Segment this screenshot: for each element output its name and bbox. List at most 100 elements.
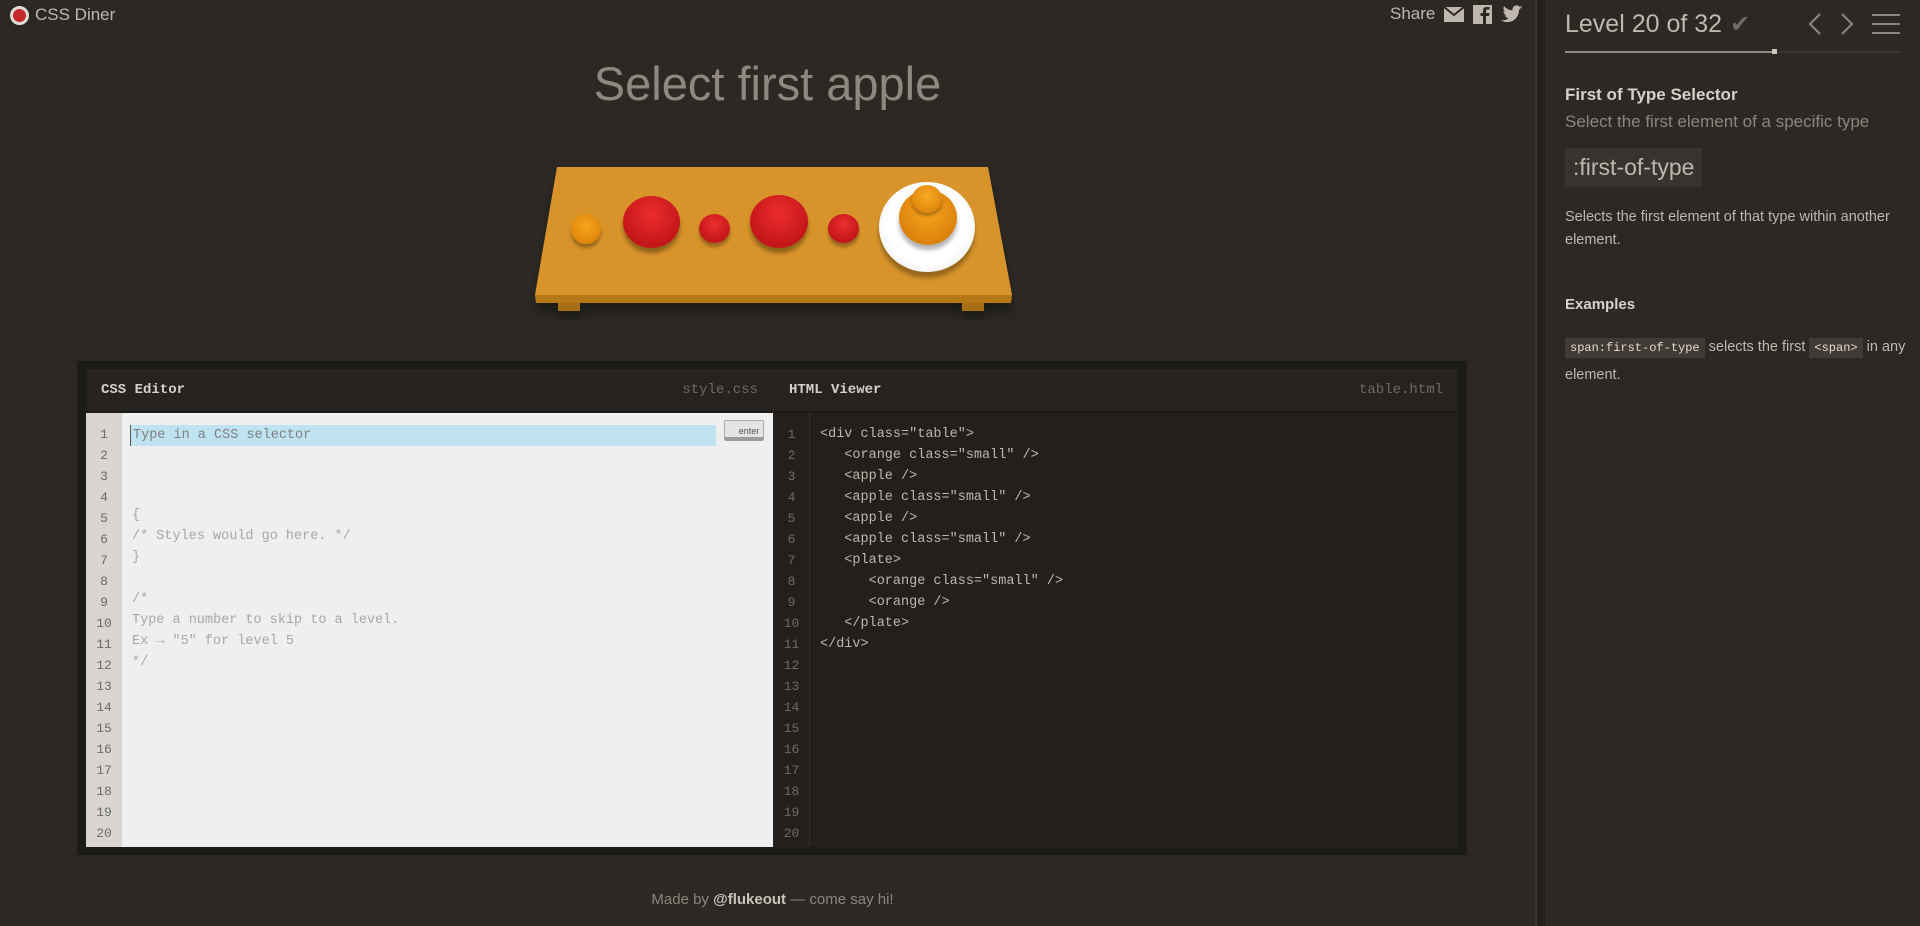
line-number: 14 <box>783 700 800 715</box>
css-editor-file: style.css <box>682 382 758 398</box>
css-editor-pane: CSS Editor style.css 1 2 3 4 5 6 7 8 9 10 11 12 13 14… <box>86 369 773 847</box>
code-line: <plate> <box>820 553 902 568</box>
html-viewer-header: HTML Viewer table.html <box>774 369 1458 411</box>
css-editor-header: CSS Editor style.css <box>86 369 773 411</box>
table-scene <box>530 160 1020 320</box>
code-line: <div class="table"> <box>820 427 974 442</box>
line-number: 12 <box>783 658 800 673</box>
level-nav <box>1808 12 1900 36</box>
css-selector-input[interactable] <box>130 425 716 446</box>
line-number: 18 <box>96 784 112 799</box>
line-number: 13 <box>783 679 800 694</box>
line-number: 17 <box>96 763 112 778</box>
level-progress <box>1565 49 1901 54</box>
line-number: 16 <box>96 742 112 757</box>
level-header: Level 20 of 32 ✔ <box>1565 10 1750 39</box>
apple-small[interactable] <box>828 214 859 243</box>
line-number: 20 <box>783 826 800 841</box>
next-level-icon[interactable] <box>1840 12 1854 36</box>
html-viewer-pane: HTML Viewer table.html 1 2 3 4 5 6 7 8 9 10 11 12 13… <box>773 369 1458 847</box>
app-brand[interactable]: CSS Diner <box>10 5 115 25</box>
line-number: 19 <box>96 805 112 820</box>
enter-button[interactable]: enter <box>724 420 764 441</box>
line-number: 13 <box>96 679 112 694</box>
code-line: <apple /> <box>820 469 918 484</box>
previous-level-icon[interactable] <box>1808 12 1822 36</box>
selector-title: Select the first element of a specific t… <box>1565 112 1870 131</box>
app-name: CSS Diner <box>35 5 116 24</box>
code-line: <orange class="small" /> <box>820 448 1039 463</box>
line-number: 2 <box>787 448 796 463</box>
example: span:first-of-type selects the first <sp… <box>1565 334 1910 389</box>
code-line: </div> <box>820 637 869 652</box>
code-line: <orange /> <box>820 595 950 610</box>
code-line: <apple /> <box>820 511 918 526</box>
code-line: </plate> <box>820 616 910 631</box>
apple[interactable] <box>750 195 808 248</box>
apple-small[interactable] <box>699 214 730 243</box>
line-number: 8 <box>787 574 796 589</box>
level-progress-fill <box>1565 51 1775 53</box>
selector-syntax: :first-of-type <box>1565 148 1703 187</box>
line-number: 18 <box>783 784 800 799</box>
line-number: 7 <box>100 553 108 568</box>
line-number: 15 <box>783 721 800 736</box>
html-viewer-title: HTML Viewer <box>789 382 882 398</box>
level-label: Level 20 of 32 <box>1565 10 1723 38</box>
code-line: } <box>132 550 141 565</box>
line-number: 6 <box>100 532 108 547</box>
line-number: 12 <box>96 658 112 673</box>
sidebar: Level 20 of 32 ✔ First of Type Selector … <box>1545 0 1920 926</box>
footer: Made by @flukeout — come say hi! <box>0 891 1545 908</box>
line-number: 7 <box>787 553 796 568</box>
code-line: Ex → "5" for level 5 <box>132 634 295 649</box>
line-number: 8 <box>100 574 108 589</box>
code-line: Type a number to skip to a level. <box>132 613 400 628</box>
line-number: 11 <box>96 637 112 652</box>
css-editor-title: CSS Editor <box>101 382 186 398</box>
orange-small[interactable] <box>571 214 601 244</box>
code-line: <orange class="small" /> <box>820 574 1064 589</box>
css-line-numbers: 1 2 3 4 5 6 7 8 9 10 11 12 13 14 15 16 17 18 19 20 <box>86 413 122 847</box>
line-number: 19 <box>783 805 800 820</box>
line-number: 16 <box>783 742 800 757</box>
line-number: 3 <box>787 469 796 484</box>
order-title: Select first apple <box>593 57 942 110</box>
twitter-icon[interactable] <box>1501 5 1524 23</box>
author-link[interactable]: @flukeout <box>713 891 786 908</box>
email-icon[interactable] <box>1444 6 1465 22</box>
selector-name: First of Type Selector <box>1565 85 1738 104</box>
share-bar: Share <box>1390 4 1524 24</box>
code-line: { <box>132 508 141 523</box>
examples-title: Examples <box>1565 296 1636 313</box>
checkmark-icon: ✔ <box>1730 11 1751 38</box>
example-code: span:first-of-type <box>1565 338 1705 358</box>
line-number: 5 <box>787 511 796 526</box>
menu-icon[interactable] <box>1872 13 1900 35</box>
logo-icon <box>10 5 29 25</box>
line-number: 1 <box>787 427 796 442</box>
apple[interactable] <box>623 196 680 248</box>
sidebar-divider <box>1535 0 1545 926</box>
orange-small[interactable] <box>912 185 942 213</box>
code-line: /* <box>132 592 149 607</box>
line-number: 1 <box>100 427 108 442</box>
code-line: <apple class="small" /> <box>820 532 1031 547</box>
level-progress-marker <box>1772 49 1777 54</box>
line-number: 11 <box>783 637 800 652</box>
facebook-icon[interactable] <box>1473 4 1493 24</box>
